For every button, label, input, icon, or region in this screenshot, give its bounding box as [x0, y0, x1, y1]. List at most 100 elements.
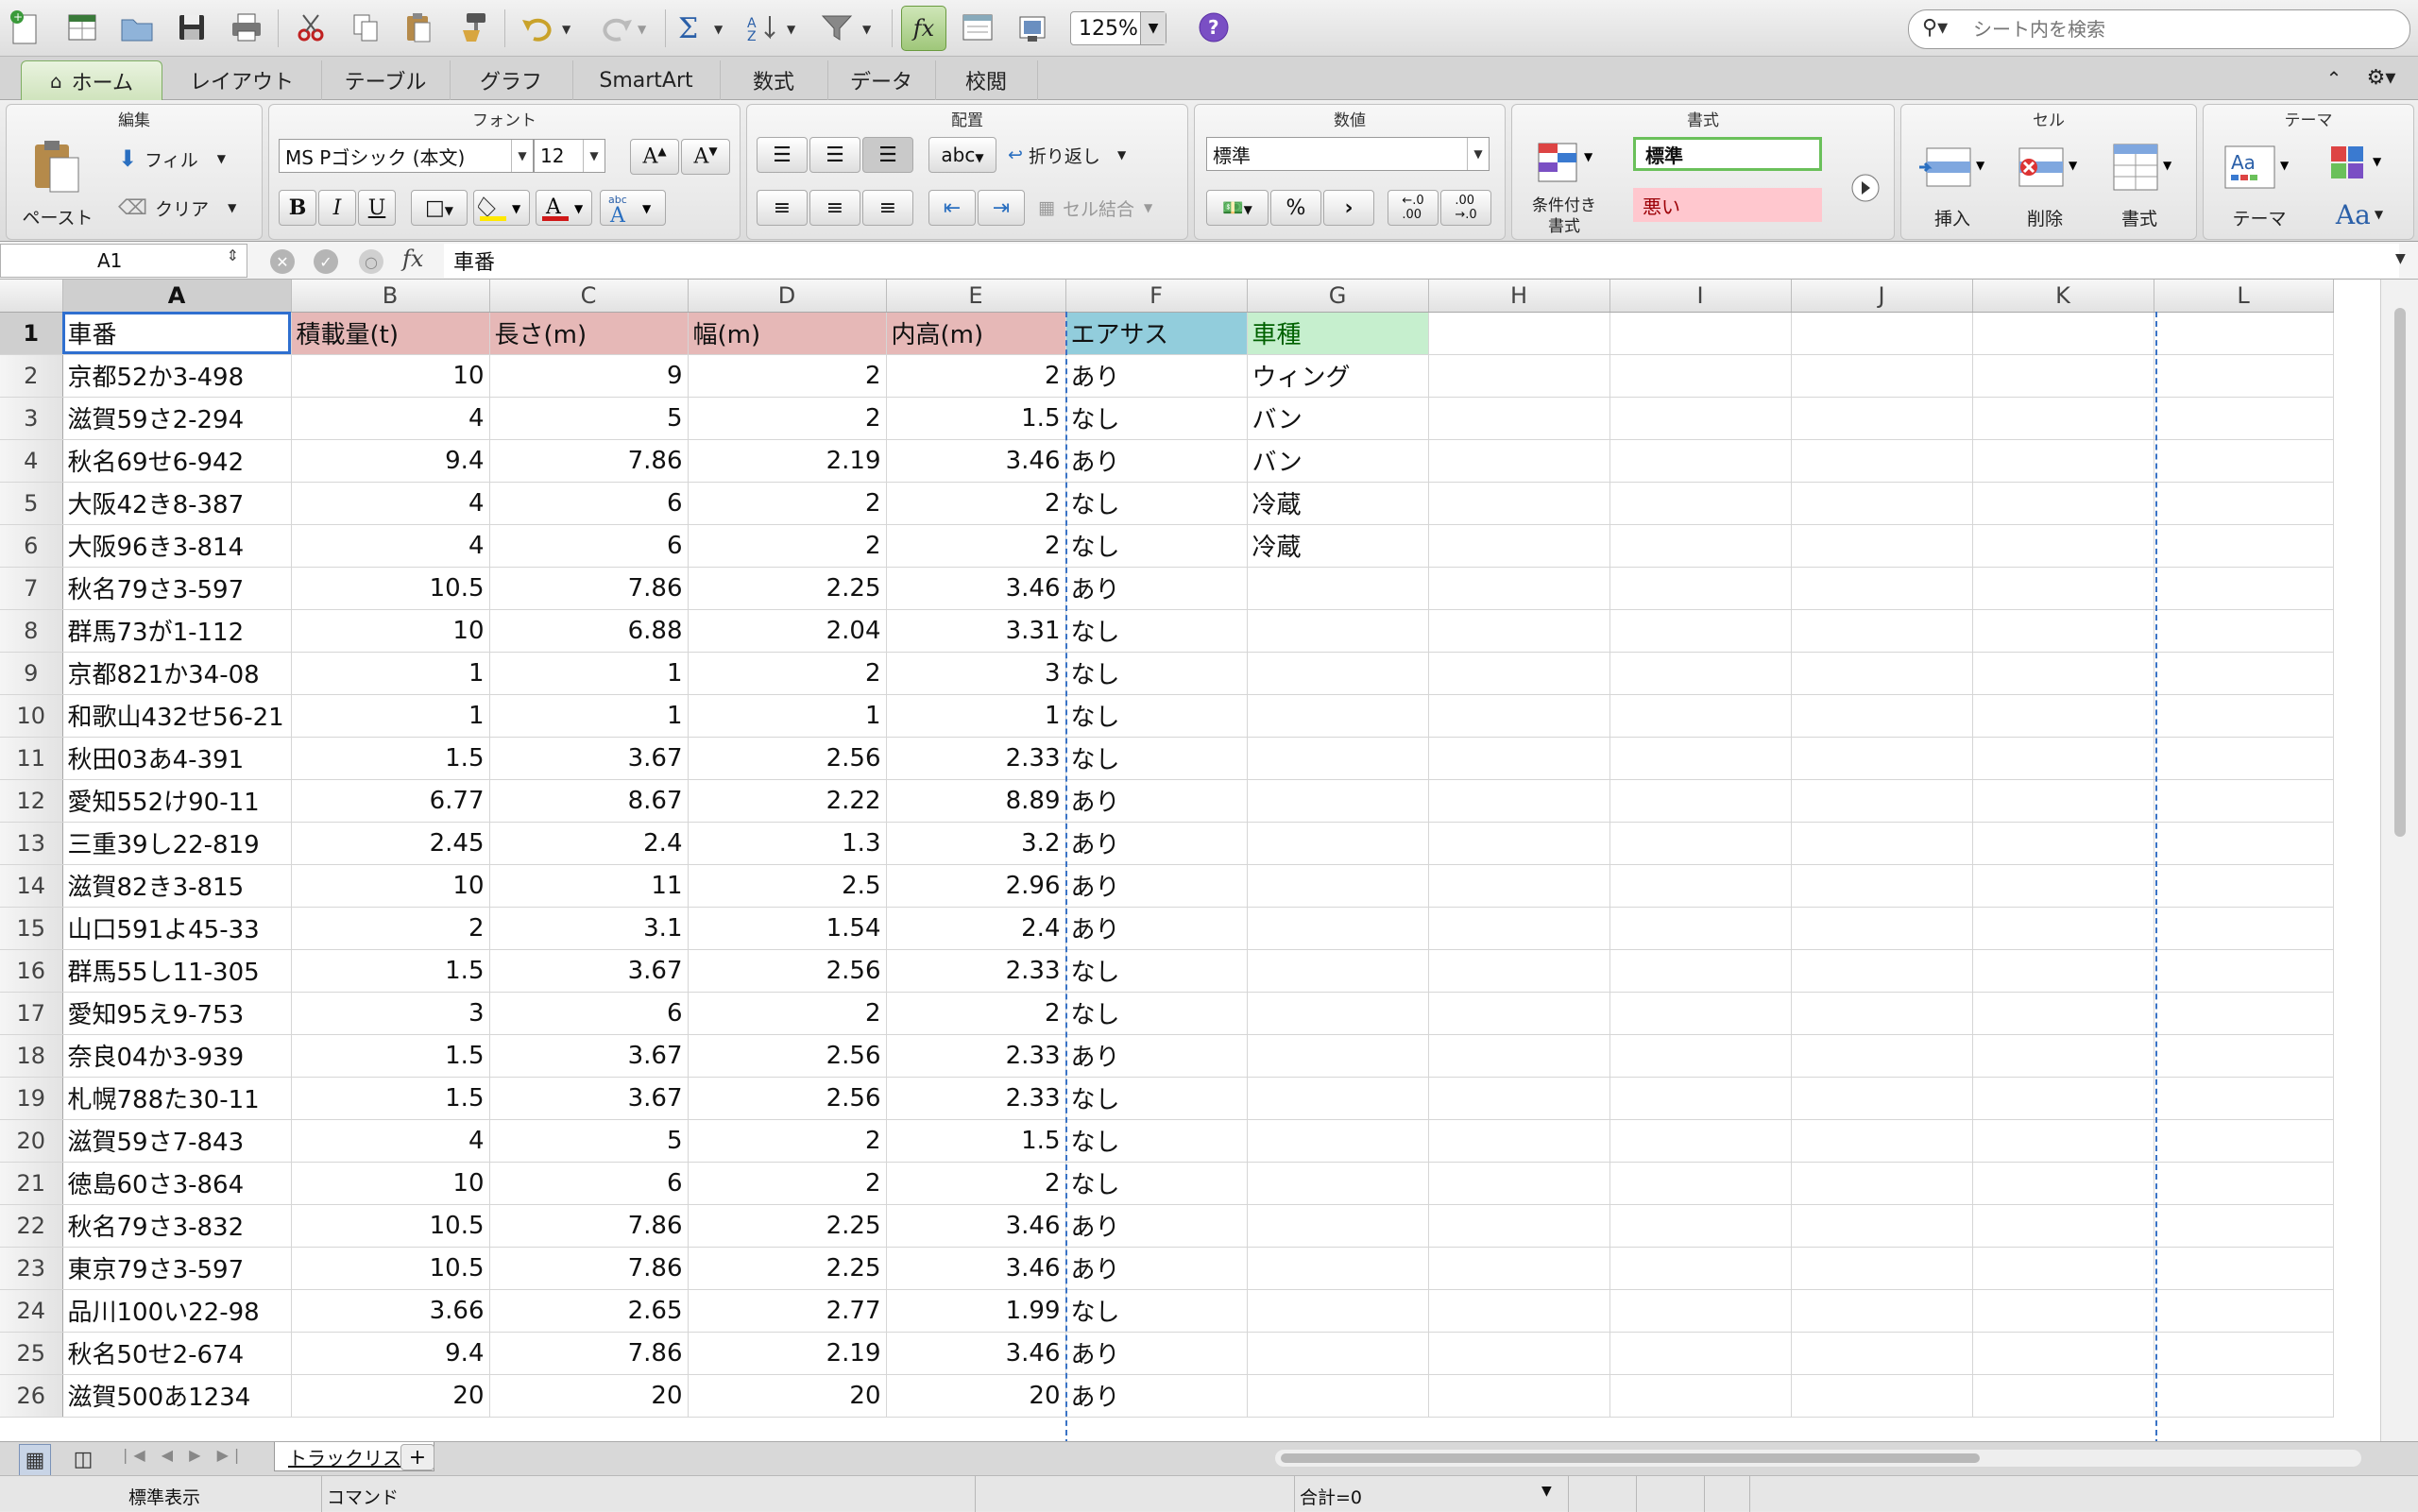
- cell[interactable]: 秋名79さ3-832: [62, 1204, 292, 1248]
- empty-cell[interactable]: [1972, 1119, 2154, 1163]
- cell[interactable]: 2: [886, 354, 1066, 398]
- empty-cell[interactable]: [1609, 779, 1792, 823]
- cell[interactable]: 1.5: [886, 397, 1066, 440]
- cell[interactable]: 愛知552け90-11: [62, 779, 292, 823]
- autosum-icon[interactable]: Σ ▼: [674, 6, 731, 49]
- cell[interactable]: 2: [688, 482, 887, 525]
- empty-cell[interactable]: [1791, 694, 1973, 738]
- page-layout-view-icon[interactable]: ◫: [68, 1444, 98, 1474]
- empty-cell[interactable]: [1972, 397, 2154, 440]
- chevron-down-icon[interactable]: ▼: [1140, 12, 1166, 44]
- cell[interactable]: 2: [886, 1162, 1066, 1205]
- cell[interactable]: 冷蔵: [1247, 524, 1429, 568]
- empty-cell[interactable]: [1428, 864, 1610, 908]
- empty-cell[interactable]: [2154, 694, 2334, 738]
- column-header[interactable]: A: [62, 280, 292, 313]
- empty-cell[interactable]: [1609, 737, 1792, 780]
- empty-cell[interactable]: [2154, 312, 2334, 355]
- cell[interactable]: 2.25: [688, 1247, 887, 1290]
- header-cell[interactable]: 内高(m): [886, 312, 1066, 355]
- cell[interactable]: バン: [1247, 439, 1429, 483]
- cell[interactable]: 2.33: [886, 1077, 1066, 1120]
- cell[interactable]: 1.5: [291, 949, 490, 993]
- empty-cell[interactable]: [1428, 779, 1610, 823]
- cell[interactable]: 品川100い22-98: [62, 1289, 292, 1333]
- empty-cell[interactable]: [1972, 949, 2154, 993]
- empty-cell[interactable]: [1791, 864, 1973, 908]
- cell[interactable]: 2: [688, 354, 887, 398]
- empty-cell[interactable]: [1428, 949, 1610, 993]
- help-icon[interactable]: ?: [1192, 6, 1235, 49]
- align-right-button[interactable]: ≡: [862, 190, 913, 226]
- new-workbook-icon[interactable]: +: [4, 6, 47, 49]
- cell[interactable]: 3.46: [886, 1332, 1066, 1375]
- column-header[interactable]: L: [2154, 280, 2334, 313]
- row-header[interactable]: 19: [0, 1077, 63, 1120]
- cell[interactable]: 2: [886, 524, 1066, 568]
- format-painter-icon[interactable]: [451, 6, 495, 49]
- shrink-font-button[interactable]: A▼: [681, 139, 730, 175]
- filter-icon[interactable]: ▼: [816, 6, 882, 49]
- cell[interactable]: あり: [1065, 1247, 1248, 1290]
- empty-cell[interactable]: [1428, 1332, 1610, 1375]
- empty-cell[interactable]: [1428, 524, 1610, 568]
- empty-cell[interactable]: [1972, 694, 2154, 738]
- row-header[interactable]: 16: [0, 949, 63, 993]
- empty-cell[interactable]: [1609, 439, 1792, 483]
- row-header[interactable]: 4: [0, 439, 63, 483]
- scroll-thumb[interactable]: [1281, 1453, 1980, 1463]
- formula-input[interactable]: 車番: [444, 244, 2399, 278]
- empty-cell[interactable]: [1791, 1289, 1973, 1333]
- cell[interactable]: あり: [1065, 864, 1248, 908]
- cell[interactable]: 7.86: [489, 567, 689, 610]
- cell[interactable]: 秋田03あ4-391: [62, 737, 292, 780]
- row-header[interactable]: 3: [0, 397, 63, 440]
- active-cell[interactable]: 車番: [62, 312, 292, 355]
- row-header[interactable]: 22: [0, 1204, 63, 1248]
- cell[interactable]: 2.56: [688, 1034, 887, 1078]
- empty-cell[interactable]: [1609, 312, 1792, 355]
- empty-cell[interactable]: [2154, 992, 2334, 1035]
- format-button[interactable]: 書式: [2102, 203, 2177, 231]
- cell[interactable]: 6: [489, 482, 689, 525]
- empty-cell[interactable]: [1972, 609, 2154, 653]
- cell[interactable]: 5: [489, 1119, 689, 1163]
- fill-color-button[interactable]: ▼: [473, 190, 530, 226]
- row-header[interactable]: 7: [0, 567, 63, 610]
- cell[interactable]: 20: [291, 1374, 490, 1418]
- cell[interactable]: 3.46: [886, 1247, 1066, 1290]
- cell[interactable]: 1: [291, 694, 490, 738]
- cell[interactable]: 6.77: [291, 779, 490, 823]
- empty-cell[interactable]: [1972, 1332, 2154, 1375]
- empty-cell[interactable]: [1791, 652, 1973, 695]
- cell[interactable]: あり: [1065, 822, 1248, 865]
- conditional-format-icon[interactable]: ▼: [1524, 137, 1605, 190]
- cell[interactable]: 大阪42き8-387: [62, 482, 292, 525]
- cell[interactable]: 2.96: [886, 864, 1066, 908]
- empty-cell[interactable]: [1609, 397, 1792, 440]
- cell[interactable]: 三重39し22-819: [62, 822, 292, 865]
- print-icon[interactable]: [225, 6, 268, 49]
- cell[interactable]: 20: [688, 1374, 887, 1418]
- style-bad[interactable]: 悪い: [1633, 188, 1822, 222]
- paste-button[interactable]: ペースト: [20, 203, 95, 229]
- gallery-toggle-icon[interactable]: [956, 6, 999, 49]
- increase-decimal-button[interactable]: ←.0.00: [1388, 190, 1439, 226]
- cell[interactable]: 2: [688, 1119, 887, 1163]
- column-header[interactable]: G: [1247, 280, 1429, 313]
- empty-cell[interactable]: [1428, 1119, 1610, 1163]
- cell[interactable]: [1247, 949, 1429, 993]
- empty-cell[interactable]: [1428, 652, 1610, 695]
- cell[interactable]: 2: [688, 1162, 887, 1205]
- cell[interactable]: 秋名50せ2-674: [62, 1332, 292, 1375]
- empty-cell[interactable]: [1428, 1374, 1610, 1418]
- merge-cells-button[interactable]: ▦ セル結合 ▼: [1038, 190, 1180, 226]
- empty-cell[interactable]: [1428, 1289, 1610, 1333]
- cell[interactable]: なし: [1065, 1119, 1248, 1163]
- formula-builder-icon[interactable]: ○: [359, 249, 383, 274]
- cell[interactable]: 6: [489, 524, 689, 568]
- empty-cell[interactable]: [1972, 1162, 2154, 1205]
- header-cell[interactable]: 長さ(m): [489, 312, 689, 355]
- empty-cell[interactable]: [1428, 1162, 1610, 1205]
- open-folder-icon[interactable]: [115, 6, 159, 49]
